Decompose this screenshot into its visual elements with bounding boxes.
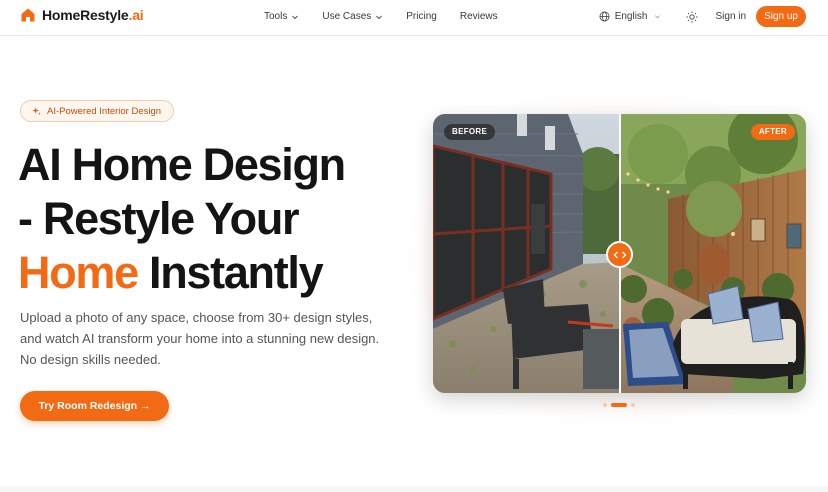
section-divider: [0, 486, 828, 492]
feature-badge: AI-Powered Interior Design: [20, 100, 174, 122]
title-line-3: Instantly: [137, 247, 324, 298]
language-selector[interactable]: English: [599, 11, 666, 22]
carousel-dot[interactable]: [631, 403, 635, 407]
sign-in-link[interactable]: Sign in: [716, 11, 747, 22]
chevron-left-right-icon: [613, 251, 626, 258]
page-title: AI Home Design - Restyle Your Home Insta…: [18, 138, 398, 300]
logo[interactable]: HomeRestyle.ai: [20, 7, 144, 23]
nav-pricing[interactable]: Pricing: [406, 11, 437, 22]
nav-actions: English Sign in Sign up: [599, 6, 806, 27]
nav-links: Tools Use Cases Pricing Reviews: [264, 11, 521, 22]
brand-name: HomeRestyle.ai: [42, 7, 144, 23]
after-label: AFTER: [750, 124, 795, 140]
nav-tools[interactable]: Tools: [264, 11, 299, 22]
carousel-dot-active[interactable]: [611, 403, 627, 407]
house-icon: [21, 8, 35, 22]
sign-up-button[interactable]: Sign up: [756, 6, 806, 27]
top-nav: HomeRestyle.ai Tools Use Cases Pricing R…: [0, 0, 828, 36]
sparkle-icon: [32, 106, 41, 115]
chevron-down-icon: [292, 15, 299, 19]
title-highlight: Home: [18, 247, 139, 298]
carousel-dots: [603, 403, 639, 407]
hero-description: Upload a photo of any space, choose from…: [20, 310, 380, 367]
sun-icon[interactable]: [686, 11, 698, 23]
nav-use-cases[interactable]: Use Cases: [322, 11, 383, 22]
try-room-redesign-button[interactable]: Try Room Redesign →: [20, 391, 169, 421]
before-after-slider[interactable]: BEFORE AFTER: [433, 114, 806, 393]
globe-icon: [599, 11, 610, 22]
slider-handle[interactable]: [606, 241, 633, 268]
title-line-1: AI Home Design: [18, 139, 346, 190]
nav-reviews[interactable]: Reviews: [460, 11, 498, 22]
before-label: BEFORE: [444, 124, 496, 140]
chevron-down-icon: [654, 15, 660, 19]
chevron-down-icon: [376, 15, 383, 19]
carousel-dot[interactable]: [603, 403, 607, 407]
title-line-2: - Restyle Your: [18, 193, 300, 244]
